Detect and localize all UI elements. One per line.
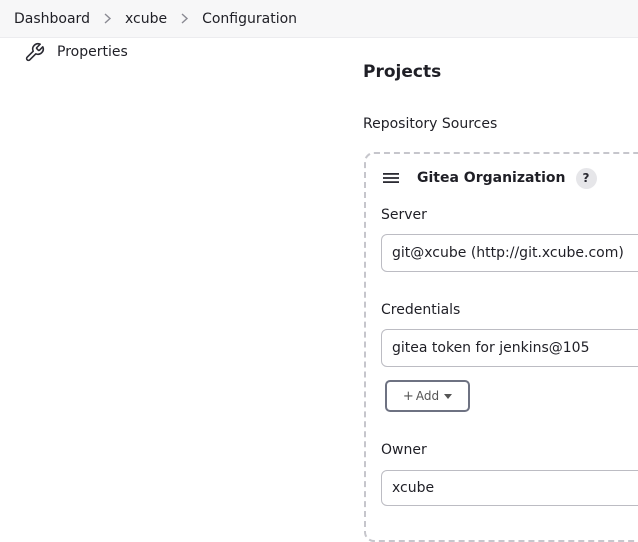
add-button-label: Add <box>415 389 440 403</box>
server-select[interactable]: git@xcube (http://git.xcube.com) <box>381 234 638 272</box>
breadcrumb: Dashboard xcube Configuration <box>0 0 638 38</box>
owner-input[interactable] <box>381 470 638 506</box>
breadcrumb-dashboard[interactable]: Dashboard <box>14 11 90 27</box>
drag-handle-icon[interactable] <box>382 171 400 185</box>
section-title: Projects <box>363 62 442 82</box>
panel-title: Gitea Organization <box>417 170 566 186</box>
help-button[interactable]: ? <box>575 167 597 189</box>
caret-down-icon <box>444 393 453 399</box>
breadcrumb-xcube[interactable]: xcube <box>125 11 167 27</box>
credentials-select[interactable]: gitea token for jenkins@105 <box>381 329 638 367</box>
breadcrumb-configuration[interactable]: Configuration <box>202 11 297 27</box>
repository-sources-label: Repository Sources <box>363 116 498 132</box>
sidebar-item-label: Properties <box>57 44 128 60</box>
server-select-value: git@xcube (http://git.xcube.com) <box>392 245 624 261</box>
credentials-select-value: gitea token for jenkins@105 <box>392 340 590 356</box>
wrench-icon <box>24 42 45 63</box>
sidebar-item-properties[interactable]: Properties <box>24 41 128 63</box>
chevron-right-icon <box>180 13 189 24</box>
add-credentials-button[interactable]: + Add <box>385 380 470 412</box>
credentials-label: Credentials <box>381 302 461 318</box>
panel-header: Gitea Organization ? <box>382 166 597 190</box>
owner-label: Owner <box>381 442 427 458</box>
chevron-right-icon <box>103 13 112 24</box>
server-label: Server <box>381 207 427 223</box>
plus-icon: + <box>402 388 414 404</box>
